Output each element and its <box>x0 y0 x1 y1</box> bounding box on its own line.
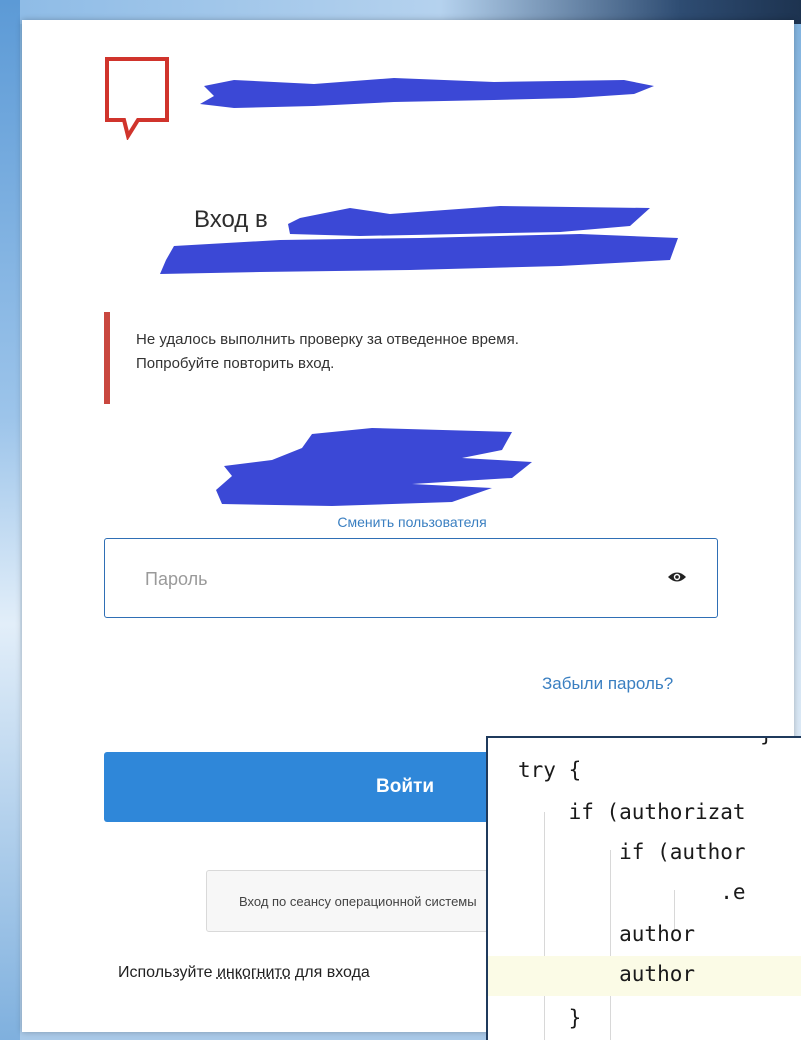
code-snippet-overlay: } try { if (authorizat if (author .e aut… <box>486 736 801 1040</box>
redacted-app-name <box>200 78 654 108</box>
incognito-hint-after: для входа <box>290 964 370 981</box>
speech-bubble-logo-icon <box>105 57 169 140</box>
code-line: if (author <box>518 840 746 864</box>
switch-user-link[interactable]: Сменить пользователя <box>22 514 801 530</box>
alert-line-1: Не удалось выполнить проверку за отведен… <box>136 331 519 348</box>
code-line: if (authorizat <box>518 800 746 824</box>
alert-accent-bar <box>104 312 110 404</box>
code-line: } <box>518 1006 582 1030</box>
background-left <box>0 0 20 1040</box>
eye-icon[interactable] <box>667 569 687 585</box>
alert-message: Не удалось выполнить проверку за отведен… <box>136 328 696 376</box>
code-line: .e <box>518 880 746 904</box>
code-line-highlighted: author <box>488 956 801 996</box>
password-input[interactable] <box>143 565 617 593</box>
alert-line-2: Попробуйте повторить вход. <box>136 355 335 372</box>
forgot-password-link[interactable]: Забыли пароль? <box>542 674 673 694</box>
login-button-label: Войти <box>376 776 434 797</box>
redacted-title-rest <box>160 206 678 274</box>
code-line: try { <box>518 758 582 782</box>
incognito-hint: Используйте инкогнито для входа <box>118 964 370 982</box>
redacted-username <box>216 428 532 506</box>
password-field[interactable] <box>104 538 718 618</box>
incognito-hint-before: Используйте <box>118 964 217 981</box>
error-alert: Не удалось выполнить проверку за отведен… <box>104 312 704 406</box>
incognito-link[interactable]: инкогнито <box>217 964 291 981</box>
